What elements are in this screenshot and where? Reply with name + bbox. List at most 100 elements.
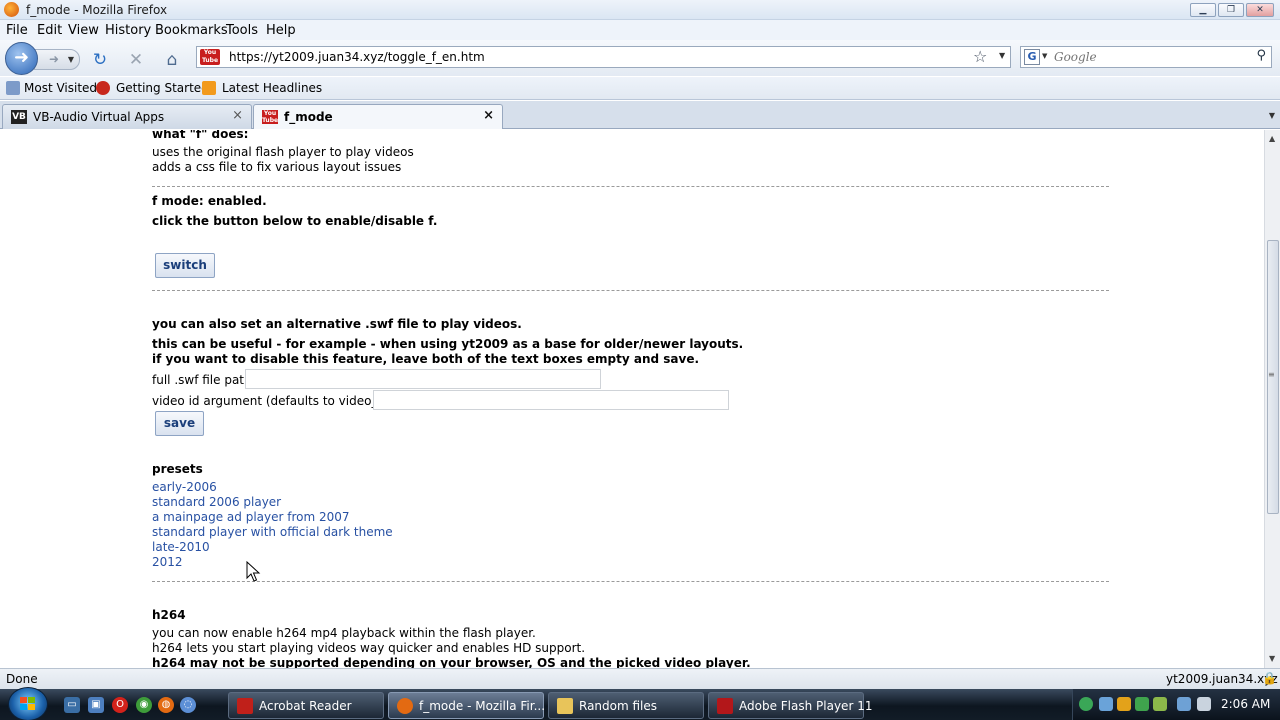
h264-line: h264 lets you start playing videos way q… [152,641,586,655]
opera-icon[interactable]: O [112,697,128,713]
firefox-icon[interactable]: ◍ [158,697,174,713]
menu-help[interactable]: Help [266,23,296,38]
getting-started-icon [96,81,110,95]
flash-icon [717,698,733,714]
save-button[interactable]: save [155,411,204,436]
preset-link[interactable]: 2012 [152,555,183,569]
tab-list-icon[interactable]: ▼ [1264,105,1280,127]
task-label: Adobe Flash Player 11 [739,699,873,713]
tab-vb-audio[interactable]: VB VB-Audio Virtual Apps × [2,104,252,129]
url-bar[interactable]: You Tube https://yt2009.juan34.xyz/toggl… [196,46,1011,68]
minimize-button[interactable]: ▁ [1190,3,1216,17]
video-id-label: video id argument (defaults to video_id)… [152,394,398,408]
alt-swf-note: this can be useful - for example - when … [152,337,744,351]
firefox-icon [397,698,413,714]
tab-f-mode[interactable]: You Tube f_mode × [253,104,503,129]
divider [152,290,1109,291]
switch-windows-icon[interactable]: ▣ [88,697,104,713]
firefox-icon [4,2,19,17]
preset-link[interactable]: late-2010 [152,540,210,554]
folder-icon [557,698,573,714]
clock[interactable]: 2:06 AM [1221,697,1270,711]
url-dropdown-icon[interactable]: ▼ [999,51,1005,60]
scroll-up-icon[interactable]: ▲ [1269,134,1275,143]
forward-button[interactable]: ➜ ▼ [34,49,80,70]
taskbar: ▭ ▣ O ◉ ◍ ◌ Acrobat Reader f_mode - Mozi… [0,687,1280,720]
volume-icon[interactable] [1197,697,1211,711]
task-firefox[interactable]: f_mode - Mozilla Fir... [388,692,545,719]
h264-line: you can now enable h264 mp4 playback wit… [152,626,536,640]
close-window-button[interactable]: ✕ [1246,3,1274,17]
start-button[interactable] [8,687,48,720]
alt-swf-heading: you can also set an alternative .swf fil… [152,317,522,331]
tab-strip: VB VB-Audio Virtual Apps × You Tube f_mo… [0,101,1280,129]
preset-link[interactable]: standard player with official dark theme [152,525,393,539]
bookmark-getting-started[interactable]: Getting Started [116,81,209,95]
swf-path-label: full .swf file path: [152,373,256,387]
video-id-input[interactable] [373,390,729,410]
tray-app-icon[interactable] [1099,697,1113,711]
preset-link[interactable]: standard 2006 player [152,495,281,509]
scroll-down-icon[interactable]: ▼ [1269,654,1275,663]
menu-bookmarks[interactable]: Bookmarks [155,23,228,38]
divider [152,581,1109,582]
rss-feed-icon [202,81,216,95]
window-title: f_mode - Mozilla Firefox [26,3,168,17]
f-mode-status: f mode: enabled. [152,194,267,208]
home-icon[interactable]: ⌂ [162,50,182,70]
engine-dropdown-icon[interactable]: ▼ [1042,52,1047,60]
close-tab-icon[interactable]: × [483,108,494,123]
search-bar[interactable]: G ▼ ⚲ [1020,46,1272,68]
page-content: what "f" does: uses the original flash p… [0,130,1264,668]
switch-button[interactable]: switch [155,253,215,278]
close-tab-icon[interactable]: × [232,108,243,123]
title-bar: f_mode - Mozilla Firefox ▁ ❐ ✕ [0,0,1280,20]
shield-icon[interactable] [1117,697,1131,711]
menu-tools[interactable]: Tools [226,23,258,38]
network-icon[interactable] [1177,697,1191,711]
task-label: Acrobat Reader [259,699,352,713]
reload-icon[interactable]: ↻ [90,50,110,70]
task-random-files[interactable]: Random files [548,692,704,719]
menu-history[interactable]: History [105,23,151,38]
menu-file[interactable]: File [6,23,28,38]
task-flash-player[interactable]: Adobe Flash Player 11 [708,692,872,719]
stop-icon[interactable]: ✕ [126,50,146,70]
scroll-grip-icon: ≡ [1268,370,1275,379]
vb-audio-favicon: VB [11,110,27,124]
task-label: Random files [579,699,658,713]
back-button[interactable]: ➜ [5,42,38,75]
swf-path-input[interactable] [245,369,601,389]
instruction-text: click the button below to enable/disable… [152,214,438,228]
history-dropdown-icon[interactable]: ▼ [68,50,74,69]
url-text[interactable]: https://yt2009.juan34.xyz/toggle_f_en.ht… [229,50,485,64]
alt-swf-note: if you want to disable this feature, lea… [152,352,700,366]
youtube-favicon: You Tube [262,110,279,124]
tab-label: f_mode [284,110,333,124]
chrome-icon[interactable]: ◉ [136,697,152,713]
preset-link[interactable]: early-2006 [152,480,217,494]
bookmark-star-icon[interactable]: ☆ [973,47,987,66]
internet-icon[interactable]: ◌ [180,697,196,713]
lock-icon[interactable]: 🔒 [1262,671,1277,685]
bookmark-latest-headlines[interactable]: Latest Headlines [222,81,322,95]
h264-warning: h264 may not be supported depending on y… [152,656,751,668]
bookmark-most-visited[interactable]: Most Visited [24,81,97,95]
search-input[interactable] [1054,49,1244,65]
what-f-does-heading: what "f" does: [152,130,249,141]
vertical-scrollbar[interactable]: ▲ ≡ ▼ [1264,130,1280,668]
tray-app-icon[interactable] [1153,697,1167,711]
show-desktop-icon[interactable]: ▭ [64,697,80,713]
status-text: Done [6,672,38,686]
presets-heading: presets [152,462,203,476]
tray-app-icon[interactable] [1135,697,1149,711]
preset-link[interactable]: a mainpage ad player from 2007 [152,510,350,524]
menu-view[interactable]: View [68,23,99,38]
status-bar: Done yt2009.juan34.xyz 🔒 [0,668,1280,689]
task-acrobat-reader[interactable]: Acrobat Reader [228,692,384,719]
google-engine-icon[interactable]: G [1024,49,1040,65]
tray-app-icon[interactable] [1079,697,1093,711]
menu-edit[interactable]: Edit [37,23,62,38]
maximize-button[interactable]: ❐ [1218,3,1244,17]
search-icon[interactable]: ⚲ [1256,48,1266,63]
